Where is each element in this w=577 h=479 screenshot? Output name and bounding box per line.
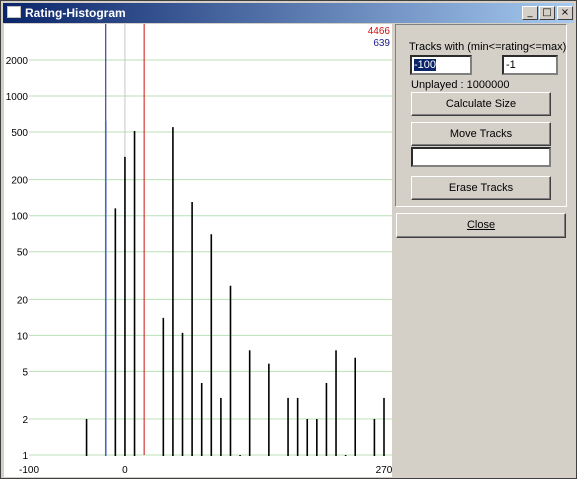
histogram-plot: 2000 1000 500 200 100 50 20 10 5 2 1 -100 0 270 4466 63… <box>4 24 392 477</box>
marker-label: 4466 <box>368 26 391 37</box>
y-tick-label: 500 <box>11 128 28 139</box>
title-bar[interactable]: Rating-Histogram _ □ × <box>3 3 574 23</box>
minimize-button[interactable]: _ <box>522 6 538 20</box>
y-tick-label: 1 <box>22 451 28 462</box>
close-button[interactable]: Close <box>396 213 566 238</box>
range-label: Tracks with (min<=rating<=max) <box>409 41 567 53</box>
y-tick-label: 50 <box>17 248 29 259</box>
y-tick-label: 1000 <box>6 92 29 103</box>
y-tick-label: 20 <box>17 295 29 306</box>
max-rating-value: -1 <box>506 59 516 71</box>
y-tick-label: 100 <box>11 212 28 223</box>
move-tracks-button[interactable]: Move Tracks <box>411 122 551 146</box>
max-rating-input[interactable]: -1 <box>502 55 558 75</box>
x-tick-label: 270 <box>376 465 392 476</box>
marker-label: 639 <box>373 38 390 49</box>
y-tick-label: 5 <box>22 367 28 378</box>
x-tick-label: 0 <box>122 465 128 476</box>
move-target-input[interactable] <box>411 147 551 167</box>
histogram-chart: 2000 1000 500 200 100 50 20 10 5 2 1 -100 0 270 446663… <box>6 24 392 476</box>
y-tick-label: 200 <box>11 176 28 187</box>
calculate-size-button[interactable]: Calculate Size <box>411 92 551 116</box>
close-window-button[interactable]: × <box>557 6 573 20</box>
app-window: Rating-Histogram _ □ × 2000 1000 500 200 100… <box>0 0 577 479</box>
min-rating-value: -100 <box>414 59 437 71</box>
x-tick-label: -100 <box>19 465 39 476</box>
y-tick-label: 10 <box>17 331 29 342</box>
y-tick-label: 2000 <box>6 56 29 67</box>
y-tick-label: 2 <box>22 415 28 426</box>
track-range-panel: Tracks with (min<=rating<=max) -100 -1 U… <box>395 24 567 207</box>
maximize-button[interactable]: □ <box>539 6 555 20</box>
window-title: Rating-Histogram <box>25 6 126 20</box>
app-icon <box>7 6 21 18</box>
min-rating-input[interactable]: -100 <box>410 55 472 75</box>
unplayed-count: Unplayed : 1000000 <box>411 79 510 91</box>
erase-tracks-button[interactable]: Erase Tracks <box>411 176 551 200</box>
